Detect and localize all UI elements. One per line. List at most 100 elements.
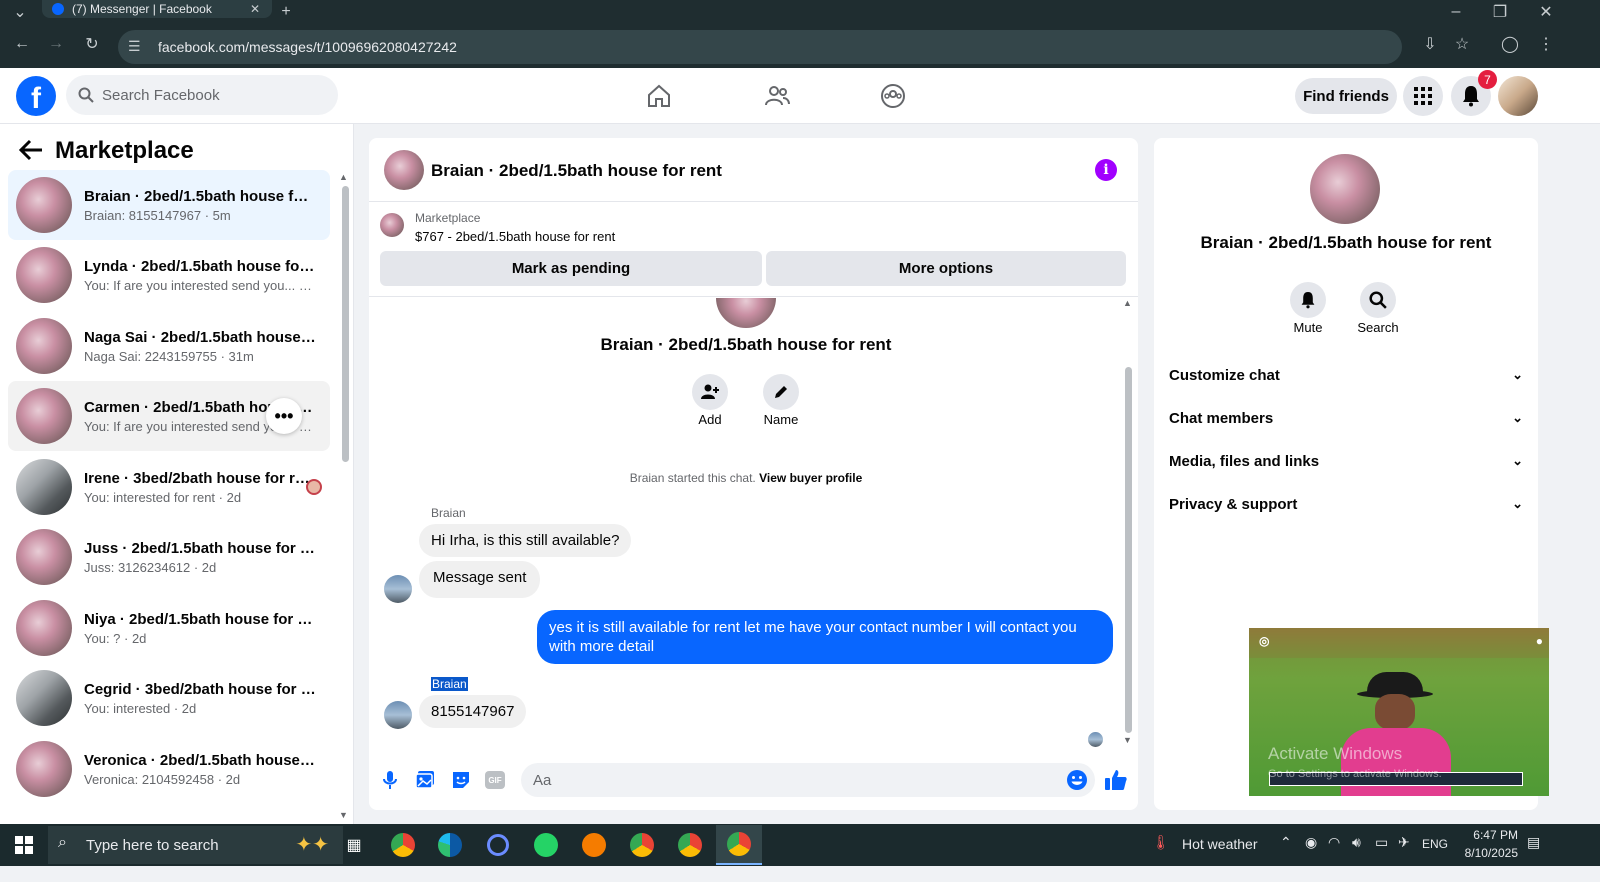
details-avatar[interactable] xyxy=(1310,154,1380,224)
scroll-up-icon[interactable]: ▲ xyxy=(339,172,348,182)
mute-bell-icon[interactable] xyxy=(1290,282,1326,318)
message-bubble-incoming[interactable]: 8155147967 xyxy=(419,695,527,728)
photo-icon[interactable] xyxy=(415,770,435,790)
profile-icon[interactable]: ◯ xyxy=(1498,32,1522,56)
message-bubble-incoming[interactable]: Hi Irha, is this still available? xyxy=(419,524,632,557)
sender-avatar[interactable] xyxy=(384,701,412,729)
add-person-icon[interactable] xyxy=(692,374,728,410)
bookmark-star-icon[interactable]: ☆ xyxy=(1450,32,1474,56)
clock-date[interactable]: 8/10/2025 xyxy=(1456,846,1518,860)
taskbar-search[interactable]: ⌕ Type here to search ✦✦ xyxy=(48,826,343,864)
install-app-icon[interactable]: ⇩ xyxy=(1418,32,1442,56)
weather-icon[interactable]: 🌡 xyxy=(1152,834,1170,851)
weather-text[interactable]: Hot weather xyxy=(1182,836,1257,852)
chat-header-avatar[interactable] xyxy=(384,150,424,190)
thumbs-up-icon[interactable] xyxy=(1104,768,1128,792)
tab-list-icon[interactable]: ⌄ xyxy=(8,0,32,24)
browser-tab[interactable]: (7) Messenger | Facebook ✕ xyxy=(42,0,272,18)
listing-thumbnail[interactable] xyxy=(380,213,404,237)
minimize-icon[interactable]: – xyxy=(1444,0,1468,24)
task-view-icon[interactable]: ▦ xyxy=(338,830,370,860)
scroll-down-icon[interactable]: ▼ xyxy=(339,810,348,820)
tray-expand-icon[interactable]: ⌃ xyxy=(1280,834,1292,851)
media-files-links-row[interactable]: Media, files and links ⌄ xyxy=(1169,443,1523,479)
chrome-profile-icon[interactable] xyxy=(674,830,706,860)
customize-chat-row[interactable]: Customize chat ⌄ xyxy=(1169,357,1523,393)
section-label: Chat members xyxy=(1169,409,1274,427)
chrome-taskbar-icon[interactable] xyxy=(387,830,419,860)
conversation-more-icon[interactable]: ••• xyxy=(266,398,302,434)
app-taskbar-icon[interactable] xyxy=(482,830,514,860)
whatsapp-taskbar-icon[interactable] xyxy=(530,830,562,860)
conversation-item[interactable]: Lynda · 2bed/1.5bath house for rent You: … xyxy=(8,240,330,310)
chat-scrollbar[interactable] xyxy=(1125,367,1132,733)
chrome-active-taskbar-icon[interactable] xyxy=(716,825,762,865)
battery-icon[interactable]: ▭ xyxy=(1375,834,1388,851)
find-friends-button[interactable]: Find friends xyxy=(1295,78,1397,114)
language-indicator[interactable]: ENG xyxy=(1422,837,1448,851)
conversation-item[interactable]: Veronica · 2bed/1.5bath house for rent Ve… xyxy=(8,734,330,804)
emoji-icon[interactable] xyxy=(1066,769,1088,791)
chat-scroll-up-icon[interactable]: ▲ xyxy=(1123,298,1132,308)
address-bar[interactable]: ☰ facebook.com/messages/t/10096962080427… xyxy=(118,30,1402,64)
chat-members-row[interactable]: Chat members ⌄ xyxy=(1169,400,1523,436)
gif-icon[interactable]: GIF xyxy=(485,771,505,789)
clock-time[interactable]: 6:47 PM xyxy=(1462,828,1518,842)
meet-icon[interactable]: ◉ xyxy=(1305,834,1317,851)
sticker-icon[interactable] xyxy=(451,770,471,790)
menu-grid-icon[interactable] xyxy=(1403,76,1443,116)
listing-title[interactable]: $767 - 2bed/1.5bath house for rent xyxy=(415,229,615,244)
info-icon[interactable]: i xyxy=(1095,159,1117,181)
search-chat-icon[interactable] xyxy=(1360,282,1396,318)
home-nav-icon[interactable] xyxy=(639,78,679,114)
message-input[interactable]: Aa xyxy=(521,763,1095,797)
conversation-item[interactable]: Braian · 2bed/1.5bath house for rent Brai… xyxy=(8,170,330,240)
chat-scroll-down-icon[interactable]: ▼ xyxy=(1123,735,1132,745)
conversation-item[interactable]: Irene · 3bed/2bath house for rent You: in… xyxy=(8,452,330,522)
wifi-icon[interactable]: ◠ xyxy=(1328,834,1340,851)
sender-avatar[interactable] xyxy=(384,575,412,603)
groups-nav-icon[interactable] xyxy=(873,78,913,114)
back-icon[interactable]: ← xyxy=(10,32,34,56)
conversation-item[interactable]: Cegrid · 3bed/2bath house for rent You: i… xyxy=(8,663,330,733)
new-tab-icon[interactable]: + xyxy=(274,0,298,24)
browser-menu-icon[interactable]: ⋮ xyxy=(1534,32,1558,56)
conversation-name: Irene · 3bed/2bath house for rent xyxy=(84,469,316,487)
conversation-name: Braian · 2bed/1.5bath house for rent xyxy=(84,187,316,205)
microphone-icon[interactable] xyxy=(382,770,398,790)
chat-title[interactable]: Braian · 2bed/1.5bath house for rent xyxy=(431,161,722,181)
mark-pending-button[interactable]: Mark as pending xyxy=(380,251,762,286)
edge-taskbar-icon[interactable] xyxy=(434,830,466,860)
site-settings-icon[interactable]: ☰ xyxy=(128,38,141,55)
restore-icon[interactable]: ❐ xyxy=(1488,0,1512,24)
facebook-logo-icon[interactable]: f xyxy=(16,76,56,116)
volume-icon[interactable]: 🔊︎ xyxy=(1352,834,1361,851)
chrome-profile-icon[interactable] xyxy=(626,830,658,860)
conversation-thumbnail xyxy=(16,600,72,656)
friends-nav-icon[interactable] xyxy=(757,78,797,114)
conversation-item[interactable]: Juss · 2bed/1.5bath house for rent Juss: … xyxy=(8,522,330,592)
privacy-support-row[interactable]: Privacy & support ⌄ xyxy=(1169,486,1523,522)
sidebar-scrollbar[interactable] xyxy=(342,186,349,462)
forward-icon[interactable]: → xyxy=(44,32,68,56)
video-background-strip xyxy=(1249,628,1549,658)
conversation-item[interactable]: Naga Sai · 2bed/1.5bath house for rent Na… xyxy=(8,311,330,381)
notification-center-icon[interactable]: ▤ xyxy=(1527,834,1540,851)
airplane-icon[interactable]: ✈︎ xyxy=(1398,834,1410,851)
reload-icon[interactable]: ↻ xyxy=(80,32,104,56)
windows-start-icon[interactable] xyxy=(8,830,40,860)
account-avatar[interactable] xyxy=(1498,76,1538,116)
view-buyer-profile-link[interactable]: View buyer profile xyxy=(759,471,862,485)
close-window-icon[interactable]: ✕ xyxy=(1534,0,1558,24)
close-tab-icon[interactable]: ✕ xyxy=(250,2,260,16)
message-bubble-outgoing[interactable]: yes it is still available for rent let m… xyxy=(537,610,1113,664)
conversation-thumbnail xyxy=(16,388,72,444)
edit-name-pencil-icon[interactable] xyxy=(763,374,799,410)
facebook-search[interactable]: Search Facebook xyxy=(66,75,338,115)
conversation-item[interactable]: Niya · 2bed/1.5bath house for rent You: ?… xyxy=(8,593,330,663)
more-options-button[interactable]: More options xyxy=(766,251,1126,286)
wpm-taskbar-icon[interactable] xyxy=(578,830,610,860)
intro-name: Braian · 2bed/1.5bath house for rent xyxy=(600,335,892,354)
message-bubble-incoming[interactable]: Message sent xyxy=(419,561,541,598)
back-arrow-icon[interactable] xyxy=(18,138,44,162)
